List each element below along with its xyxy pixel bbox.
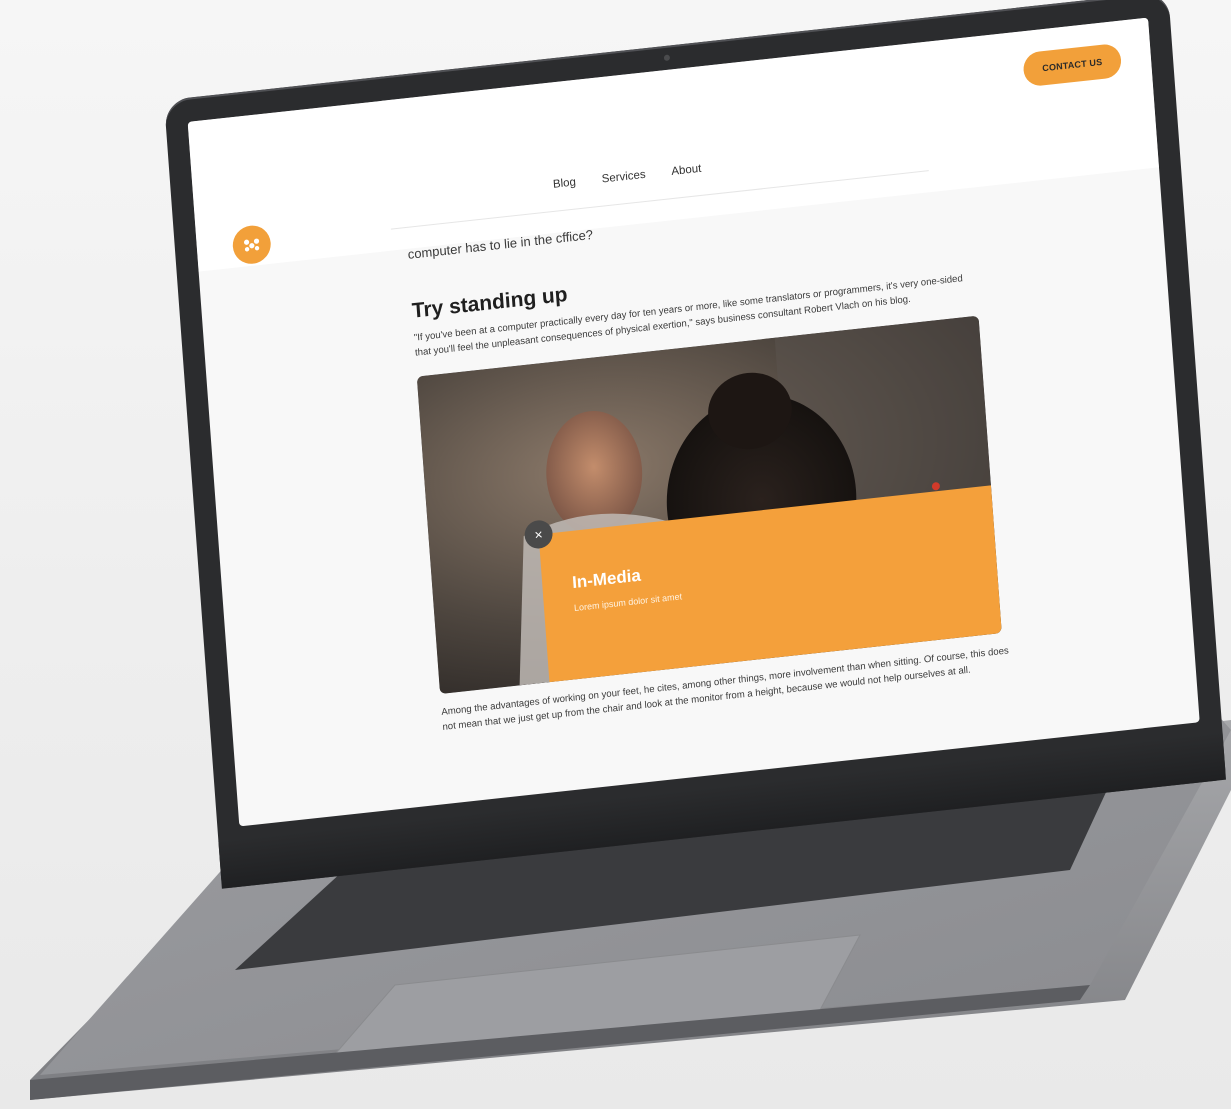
main-nav: Blog Services About — [553, 163, 702, 191]
hero-image: In-Media Lorem ipsum dolor sit amet × — [416, 315, 1002, 695]
screen-bezel: CONTACT US Blog Services About computer … — [164, 0, 1226, 889]
nav-item-about[interactable]: About — [671, 163, 702, 178]
media-card-subtitle: Lorem ipsum dolor sit amet — [573, 591, 683, 614]
article-content: computer has to lie in the cffice? Try s… — [407, 172, 1135, 745]
browser-screen: CONTACT US Blog Services About computer … — [187, 17, 1200, 827]
nav-item-services[interactable]: Services — [601, 169, 646, 186]
nav-item-blog[interactable]: Blog — [553, 176, 577, 190]
contact-us-button[interactable]: CONTACT US — [1022, 42, 1123, 88]
brand-logo-icon[interactable] — [231, 223, 273, 266]
media-card-title: In-Media — [571, 565, 642, 593]
laptop-mockup: CONTACT US Blog Services About computer … — [0, 0, 1231, 1109]
webcam-icon — [663, 54, 671, 62]
